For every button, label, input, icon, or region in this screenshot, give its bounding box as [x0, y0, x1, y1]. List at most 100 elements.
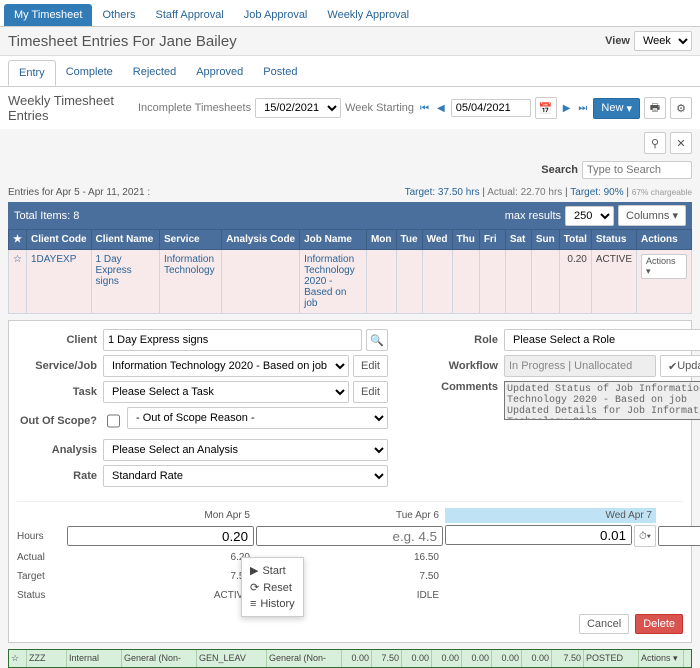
target-hours: Target: 37.50 hrs	[405, 187, 480, 198]
service-edit-button[interactable]: Edit	[353, 355, 388, 377]
table-row[interactable]: ☆ 1DAYEXP 1 Day Express signs Informatio…	[9, 250, 692, 314]
calendar-icon[interactable]: 📅	[535, 97, 557, 119]
rate-select[interactable]: Standard Rate	[103, 465, 388, 487]
status-label: Status	[17, 587, 65, 604]
incomplete-select[interactable]: 15/02/2021	[255, 98, 341, 118]
col-sat[interactable]: Sat	[505, 230, 531, 250]
summary-actions-button[interactable]: Actions ▾	[639, 650, 684, 667]
print-icon[interactable]: 🖶	[644, 97, 666, 119]
tab-my-timesheet[interactable]: My Timesheet	[4, 4, 92, 26]
workflow-label: Workflow	[418, 360, 498, 372]
hours-thu[interactable]	[658, 526, 700, 546]
targets-row: Entries for Apr 5 - Apr 11, 2021 : Targe…	[0, 183, 700, 202]
analysis-select[interactable]: Please Select an Analysis	[103, 439, 388, 461]
subtab-entry[interactable]: Entry	[8, 60, 56, 86]
col-actions[interactable]: Actions	[637, 230, 692, 250]
view-select[interactable]: Week	[634, 31, 692, 51]
actual-hours: Actual: 22.70 hrs	[487, 187, 562, 198]
client-input[interactable]	[103, 329, 362, 351]
col-thu[interactable]: Thu	[452, 230, 479, 250]
subtab-complete[interactable]: Complete	[56, 60, 123, 86]
tab-others[interactable]: Others	[92, 4, 145, 26]
next-week-icon[interactable]: ▶	[561, 103, 573, 114]
col-status[interactable]: Status	[591, 230, 636, 250]
col-tue[interactable]: Tue	[396, 230, 422, 250]
summary-job: General (Non-	[267, 650, 342, 667]
max-results-select[interactable]: 250	[565, 206, 614, 226]
row-client-name[interactable]: 1 Day Express signs	[91, 250, 159, 314]
summary-code: ZZZ	[27, 650, 67, 667]
col-analysis[interactable]: Analysis Code	[222, 230, 300, 250]
col-mon[interactable]: Mon	[366, 230, 396, 250]
last-week-icon[interactable]: ⏭	[576, 103, 589, 114]
menu-reset[interactable]: ⟳ Reset	[248, 579, 297, 596]
service-label: Service/Job	[17, 360, 97, 372]
entries-for: Entries for Apr 5 - Apr 11, 2021 :	[8, 187, 150, 198]
summary-service: General (Non-	[122, 650, 197, 667]
row-star[interactable]: ☆	[9, 250, 27, 314]
clear-filter-icon[interactable]: ✕	[670, 132, 692, 154]
menu-start[interactable]: ▶ Start	[248, 562, 297, 579]
col-job[interactable]: Job Name	[300, 230, 367, 250]
header-row: ★ Client Code Client Name Service Analys…	[9, 230, 692, 250]
task-select[interactable]: Please Select a Task	[103, 381, 349, 403]
col-client-name[interactable]: Client Name	[91, 230, 159, 250]
tab-weekly-approval[interactable]: Weekly Approval	[317, 4, 419, 26]
workflow-update-button[interactable]: ✔ Update	[660, 355, 700, 377]
client-search-icon[interactable]: 🔍	[366, 329, 388, 351]
row-service[interactable]: Information Technology	[159, 250, 221, 314]
oos-reason-select[interactable]: - Out of Scope Reason -	[127, 407, 388, 429]
subtab-posted[interactable]: Posted	[253, 60, 307, 86]
prev-week-icon[interactable]: ◀	[435, 103, 447, 114]
total-items: Total Items: 8	[14, 210, 79, 222]
analysis-label: Analysis	[17, 444, 97, 456]
col-client-code[interactable]: Client Code	[26, 230, 91, 250]
service-select[interactable]: Information Technology 2020 - Based on j…	[103, 355, 349, 377]
col-service[interactable]: Service	[159, 230, 221, 250]
row-job[interactable]: Information Technology 2020 - Based on j…	[300, 250, 367, 314]
page-title: Timesheet Entries For Jane Bailey	[8, 33, 237, 50]
columns-button[interactable]: Columns ▾	[618, 205, 686, 226]
cancel-button[interactable]: Cancel	[579, 614, 629, 634]
dayhead-tue: Tue Apr 6	[256, 508, 443, 523]
subtab-rejected[interactable]: Rejected	[123, 60, 186, 86]
hours-label: Hours	[17, 528, 65, 545]
wt-header: Weekly Timesheet Entries Incomplete Time…	[0, 87, 700, 129]
filter-row: ⚲ ✕	[0, 129, 700, 157]
task-edit-button[interactable]: Edit	[353, 381, 388, 403]
row-analysis	[222, 250, 300, 314]
hours-mon[interactable]	[67, 526, 254, 546]
workflow-field	[504, 355, 656, 377]
weekstart-input[interactable]	[451, 99, 531, 117]
first-week-icon[interactable]: ⏮	[418, 103, 431, 114]
role-select[interactable]: Please Select a Role	[504, 329, 700, 351]
day-grid: Mon Apr 5 Tue Apr 6 Wed Apr 7 Thu Apr 8 …	[17, 501, 683, 604]
col-wed[interactable]: Wed	[422, 230, 452, 250]
new-button[interactable]: New ▾	[593, 98, 640, 119]
summary-row[interactable]: ☆ ZZZ Internal General (Non- GEN_LEAV Ge…	[8, 649, 692, 668]
total-bar: Total Items: 8 max results 250 Columns ▾	[8, 202, 692, 229]
col-sun[interactable]: Sun	[531, 230, 559, 250]
timer-menu: ▶ Start ⟳ Reset ≡ History	[241, 557, 304, 617]
search-input[interactable]	[582, 161, 692, 179]
hours-tue[interactable]	[256, 526, 443, 546]
hours-wed[interactable]	[445, 525, 632, 545]
gear-icon[interactable]: ⚙	[670, 97, 692, 119]
delete-button[interactable]: Delete	[635, 614, 683, 634]
col-total[interactable]: Total	[559, 230, 591, 250]
detail-panel: Client 🔍 Service/Job Information Technol…	[8, 320, 692, 643]
filter-icon[interactable]: ⚲	[644, 132, 666, 154]
row-actions-button[interactable]: Actions ▾	[641, 254, 687, 279]
col-fri[interactable]: Fri	[479, 230, 505, 250]
summary-total: 7.50	[552, 650, 584, 667]
subtab-approved[interactable]: Approved	[186, 60, 253, 86]
timer-icon[interactable]: ⏱▾	[634, 525, 656, 547]
col-star[interactable]: ★	[9, 230, 27, 250]
tab-job-approval[interactable]: Job Approval	[234, 4, 318, 26]
row-client-code[interactable]: 1DAYEXP	[26, 250, 91, 314]
oos-checkbox[interactable]	[107, 410, 120, 432]
tab-staff-approval[interactable]: Staff Approval	[145, 4, 233, 26]
comments-area[interactable]: Updated Status of Job Information Techno…	[504, 381, 700, 420]
target-pct: Target: 90%	[570, 187, 623, 198]
summary-star[interactable]: ☆	[9, 650, 27, 667]
